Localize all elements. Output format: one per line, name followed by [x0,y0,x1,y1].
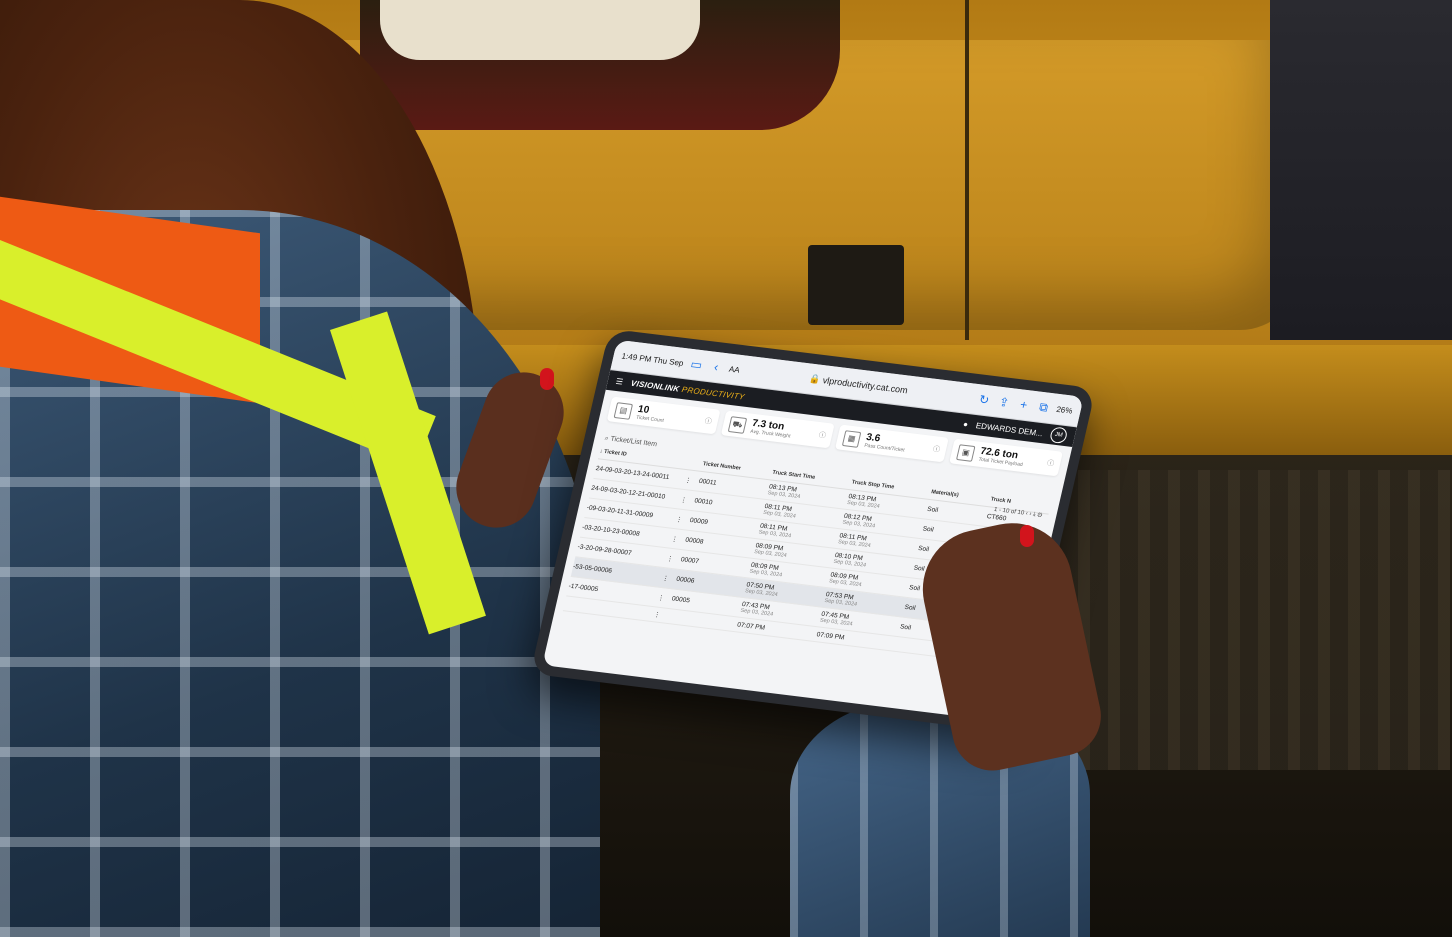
info-icon[interactable]: ⓘ [704,416,713,427]
truck-start-text: 07:07 PM [736,621,766,632]
material-text: Soil [926,505,939,515]
back-icon[interactable]: ‹ [708,359,725,374]
search-icon: ⌕ [603,434,610,443]
avatar[interactable]: JM [1048,426,1069,445]
truck-stop-text: 07:09 PM [815,630,846,642]
reader-button[interactable]: AA [728,364,741,374]
ticket-id-text: 24-09-03-20-13-24-00011 [594,465,670,481]
reload-icon[interactable]: ↻ [976,392,993,407]
ticket-number-text: 00010 [693,497,714,507]
tabs-icon[interactable]: ⧉ [1035,399,1052,415]
sidebar-icon[interactable]: ▭ [688,357,705,372]
material-text: Soil [908,584,921,593]
account-name[interactable]: EDWARDS DEM... [975,421,1044,438]
ticket-number-text: 00008 [684,536,705,546]
material-text: Soil [903,603,917,612]
excavator-logo-letters [380,0,700,60]
material: Soil [926,506,987,520]
ticket-number-text: 00005 [671,595,691,605]
excavator-door-handle [808,245,904,325]
url-text: vlproductivity.cat.com [821,374,909,395]
brand-sub: PRODUCTIVITY [680,384,746,402]
fingernail [1020,525,1034,547]
excavator-cab-glass [1270,0,1452,340]
ticket-number-text: 00007 [680,556,700,566]
brand-name: VISIONLINK [630,378,681,394]
info-icon[interactable]: ⓘ [1046,458,1055,469]
ticket-id-text: -17-00005 [567,582,599,594]
material-text: Soil [917,545,930,554]
status-time: 1:49 PM Thu Sep [620,350,685,368]
ticket-number: 00005 [671,595,742,610]
material-text: Soil [912,564,926,573]
material-text: Soil [921,525,935,534]
payload-icon: ▣ [956,443,976,462]
col-label: Ticket ID [603,448,628,458]
ticket-id-text: -3-20-09-28-00007 [576,543,633,557]
info-icon[interactable]: ⓘ [932,444,941,455]
ticket-number: 00010 [694,497,765,512]
ticket-number-text: 00006 [675,575,696,585]
share-icon[interactable]: ⇪ [995,395,1012,410]
info-icon[interactable]: ⓘ [818,430,827,441]
notification-icon[interactable]: ● [962,419,969,428]
ticket-id-text: -09-03-20-11-31-00009 [585,504,654,520]
ticket-number-text: 00011 [698,477,718,487]
photo-scene: 1:49 PM Thu Sep ▭ ‹ AA 🔒 vlproductivity.… [0,0,1452,937]
ticket-number: 00008 [685,537,756,552]
ticket-id [565,603,654,614]
ticket-number: 00011 [698,478,769,493]
ticket-icon: ▤ [613,401,634,420]
ticket-number: 00007 [680,556,751,571]
excavator-door-seam [965,0,969,340]
truck-icon: ⛟ [727,415,748,434]
ticket-id-text: -03-20-10-23-00008 [581,523,641,538]
battery-indicator: 26% [1055,404,1074,416]
material-text: Soil [899,623,912,632]
new-tab-icon[interactable]: + [1015,397,1032,412]
ticket-number [668,616,737,625]
ticket-id-text: 24-09-03-20-12-21-00010 [590,484,666,501]
pass-count-icon: ▦ [841,429,862,448]
ticket-id-text: -53-05-00006 [572,563,613,575]
row-menu-icon[interactable]: ⋮ [653,610,669,620]
menu-icon[interactable]: ☰ [615,376,624,386]
ticket-number-text: 00009 [689,516,709,527]
ticket-number: 00009 [689,517,760,532]
col-menu [689,462,703,464]
ticket-number: 00006 [676,576,747,591]
